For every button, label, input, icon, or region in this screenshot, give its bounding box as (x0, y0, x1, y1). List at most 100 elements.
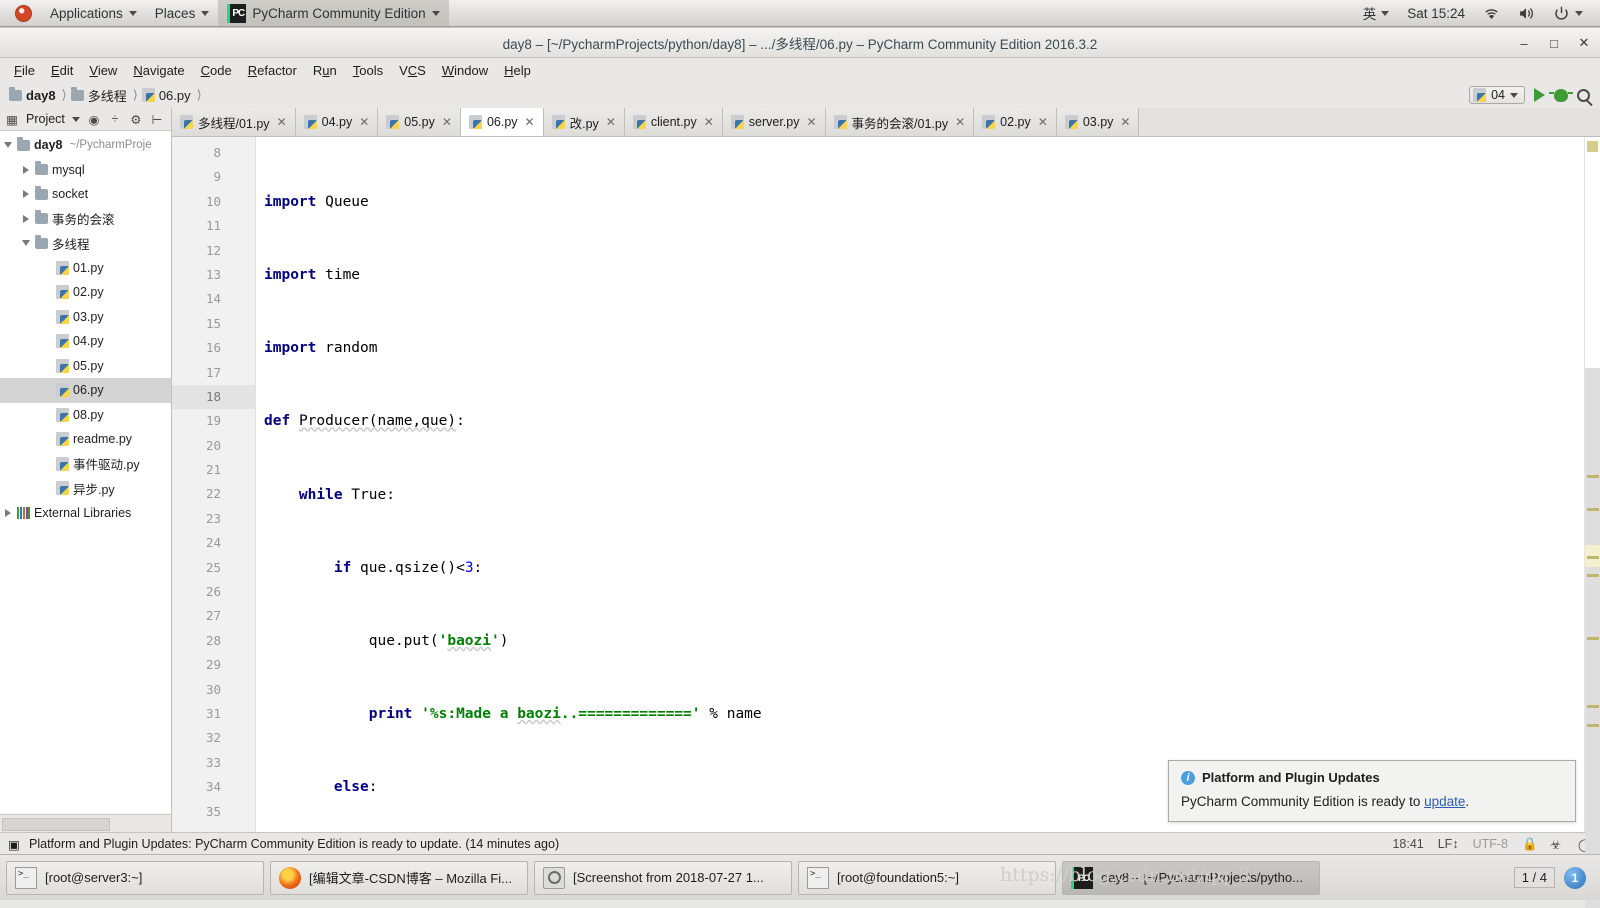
collapse-arrow-icon[interactable] (5, 509, 11, 517)
menu-navigate[interactable]: Navigate (125, 61, 192, 80)
task-root-foundation5[interactable]: [root@foundation5:~] (798, 861, 1056, 895)
status-message[interactable]: Platform and Plugin Updates: PyCharm Com… (29, 837, 559, 851)
close-icon[interactable]: ✕ (806, 115, 816, 129)
menu-code[interactable]: Code (193, 61, 240, 80)
tree-item-06py[interactable]: 06.py (0, 378, 171, 403)
editor-marker-bar[interactable] (1584, 137, 1600, 832)
close-icon[interactable]: ✕ (442, 115, 452, 129)
close-icon[interactable]: ✕ (1120, 115, 1130, 129)
power-menu[interactable] (1546, 0, 1590, 26)
breadcrumb-item-file[interactable]: 06.py (139, 88, 196, 103)
collapse-icon[interactable]: ◉ (87, 112, 101, 126)
task-root-server3[interactable]: [root@server3:~] (6, 861, 264, 895)
notification-badge[interactable]: 1 (1564, 867, 1586, 889)
error-marker[interactable] (1587, 475, 1599, 478)
line-number-gutter[interactable]: 8 9 10 11 12 13 14 15 16 17 18 19 20 21 … (172, 137, 256, 832)
active-app-menu[interactable]: PC PyCharm Community Edition (218, 0, 448, 26)
tab-gaipy[interactable]: 改.py ✕ (544, 108, 625, 136)
error-marker[interactable] (1587, 724, 1599, 727)
error-marker[interactable] (1587, 556, 1599, 559)
close-icon[interactable]: ✕ (1038, 115, 1048, 129)
tab-01py[interactable]: 多线程/01.py ✕ (172, 108, 296, 136)
task-firefox[interactable]: [编辑文章-CSDN博客 – Mozilla Fi... (270, 861, 528, 895)
close-icon[interactable]: ✕ (359, 115, 369, 129)
tree-item-01py[interactable]: 01.py (0, 256, 171, 281)
close-icon[interactable]: ✕ (525, 115, 535, 129)
project-tree[interactable]: day8 ~/PycharmProje mysql socket 事务的会滚 (0, 131, 171, 814)
workspace-switcher[interactable]: 1 / 4 (1514, 867, 1555, 888)
menu-run[interactable]: Run (305, 61, 345, 80)
collapse-arrow-icon[interactable] (23, 215, 29, 223)
run-configuration-selector[interactable]: 04 (1469, 86, 1525, 104)
chevron-down-icon[interactable] (72, 117, 80, 122)
close-icon[interactable]: ✕ (704, 115, 714, 129)
sort-icon[interactable]: ÷ (108, 112, 122, 126)
input-method-indicator[interactable]: 英 (1356, 0, 1397, 26)
tree-item-external-libraries[interactable]: External Libraries (0, 501, 171, 526)
tree-item-mysql[interactable]: mysql (0, 158, 171, 183)
menu-window[interactable]: Window (434, 61, 496, 80)
volume-indicator[interactable] (1511, 0, 1542, 26)
tab-clientpy[interactable]: client.py ✕ (625, 108, 723, 136)
error-marker[interactable] (1587, 637, 1599, 640)
update-link[interactable]: update (1424, 794, 1465, 809)
tab-shiwu-01py[interactable]: 事务的会滚/01.py ✕ (826, 108, 975, 136)
collapse-arrow-icon[interactable] (23, 166, 29, 174)
line-separator-selector[interactable]: LF↕ (1438, 837, 1459, 851)
settings-gear-icon[interactable]: ⚙ (129, 112, 143, 126)
tab-04py[interactable]: 04.py ✕ (296, 108, 379, 136)
applications-menu[interactable]: Applications (41, 0, 146, 26)
code-line[interactable]: que.put('baozi') (256, 629, 1584, 653)
maximize-button[interactable]: □ (1546, 35, 1562, 51)
event-log-icon[interactable]: ▣ (8, 837, 22, 850)
inspection-status-icon[interactable] (1587, 141, 1598, 152)
menu-tools[interactable]: Tools (345, 61, 391, 80)
tab-03py[interactable]: 03.py ✕ (1057, 108, 1140, 136)
horizontal-scrollbar[interactable] (2, 818, 110, 831)
close-icon[interactable]: ✕ (955, 115, 965, 129)
breadcrumb-item-duoxiancheng[interactable]: 多线程 (68, 86, 132, 105)
tab-serverpy[interactable]: server.py ✕ (723, 108, 826, 136)
tree-item-yibu[interactable]: 异步.py (0, 476, 171, 501)
error-marker[interactable] (1587, 574, 1599, 577)
code-line[interactable]: import Queue (256, 190, 1584, 214)
menu-edit[interactable]: Edit (43, 61, 81, 80)
tree-item-shiwudehuigun[interactable]: 事务的会滚 (0, 207, 171, 232)
menu-vcs[interactable]: VCS (391, 61, 434, 80)
tree-item-duoxiancheng[interactable]: 多线程 (0, 231, 171, 256)
close-icon[interactable]: ✕ (277, 115, 287, 129)
hide-panel-icon[interactable]: ⊢ (150, 112, 164, 126)
task-screenshot[interactable]: [Screenshot from 2018-07-27 1... (534, 861, 792, 895)
tree-item-day8[interactable]: day8 ~/PycharmProje (0, 133, 171, 158)
tree-item-04py[interactable]: 04.py (0, 329, 171, 354)
code-line[interactable]: def Producer(name,que): (256, 409, 1584, 433)
project-panel-title[interactable]: Project (26, 112, 65, 126)
error-marker[interactable] (1587, 508, 1599, 511)
breadcrumb-item-day8[interactable]: day8 (6, 88, 61, 103)
close-button[interactable]: ✕ (1576, 35, 1592, 51)
menu-file[interactable]: File (6, 61, 43, 80)
search-button[interactable] (1577, 89, 1590, 102)
lock-icon[interactable]: 🔒 (1522, 837, 1536, 850)
clock[interactable]: Sat 15:24 (1400, 0, 1472, 26)
close-icon[interactable]: ✕ (606, 115, 616, 129)
minimize-button[interactable]: – (1516, 35, 1532, 51)
expand-arrow-icon[interactable] (22, 240, 30, 246)
code-line[interactable]: import time (256, 263, 1584, 287)
run-button[interactable] (1534, 88, 1545, 102)
code-line[interactable]: print '%s:Made a baozi..=============' %… (256, 702, 1584, 726)
ubuntu-menu-button[interactable] (6, 0, 41, 26)
tree-item-socket[interactable]: socket (0, 182, 171, 207)
code-line[interactable]: import random (256, 336, 1584, 360)
code-line[interactable]: if que.qsize()<3: (256, 556, 1584, 580)
code-line[interactable]: while True: (256, 483, 1584, 507)
expand-arrow-icon[interactable] (4, 142, 12, 148)
tab-02py[interactable]: 02.py ✕ (974, 108, 1057, 136)
code-editor[interactable]: import Queue import time import random d… (256, 137, 1584, 832)
tree-item-readmepy[interactable]: readme.py (0, 427, 171, 452)
tree-item-05py[interactable]: 05.py (0, 354, 171, 379)
encoding-selector[interactable]: UTF-8 (1473, 837, 1508, 851)
tab-05py[interactable]: 05.py ✕ (378, 108, 461, 136)
menu-refactor[interactable]: Refactor (240, 61, 305, 80)
menu-help[interactable]: Help (496, 61, 539, 80)
